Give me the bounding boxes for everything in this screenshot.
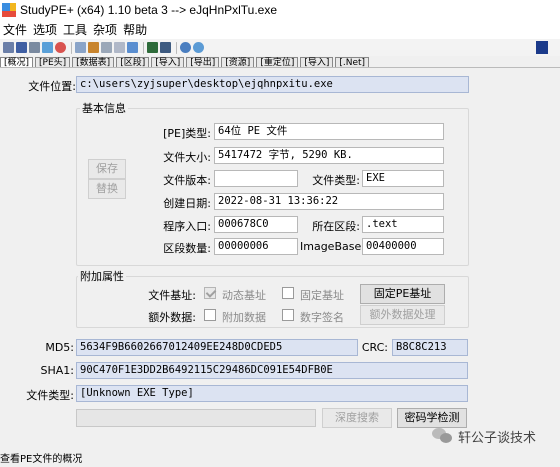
toolbar [0, 39, 560, 56]
extra-data-label: 额外数据: [148, 311, 196, 324]
entry-point-field[interactable]: 000678C0 [214, 216, 298, 233]
deep-search-button[interactable]: 深度搜索 [322, 408, 392, 428]
tab-imports-2[interactable]: [导入] [300, 57, 334, 67]
tab-imports[interactable]: [导入] [151, 57, 185, 67]
separator [143, 41, 144, 54]
file-base-label: 文件基址: [148, 289, 196, 302]
file-version-field[interactable] [214, 170, 298, 187]
md5-label: MD5: [45, 341, 74, 354]
book-icon[interactable] [88, 42, 99, 53]
file-type-field[interactable]: EXE [362, 170, 444, 187]
tab-sections[interactable]: [区段] [116, 57, 150, 67]
entry-point-label: 程序入口: [163, 220, 211, 233]
pe-type-label: [PE]类型: [163, 127, 211, 140]
tab-bar: [概况] [PE头] [数据表] [区段] [导入] [导出] [资源] [重定… [0, 57, 420, 67]
wechat-icon [432, 426, 454, 446]
pe-type-field[interactable]: 64位 PE 文件 [214, 123, 444, 140]
file-size-label: 文件大小: [163, 151, 211, 164]
tab-overview[interactable]: [概况] [0, 57, 34, 67]
tab-resources[interactable]: [资源] [221, 57, 255, 67]
tab-pe-header[interactable]: [PE头] [35, 57, 71, 67]
tab-relocations[interactable]: [重定位] [256, 57, 299, 67]
separator [176, 41, 177, 54]
file-size-field[interactable]: 5417472 字节, 5290 KB. [214, 147, 444, 164]
refresh-icon[interactable] [42, 42, 53, 53]
dynamic-base-checkbox[interactable] [204, 287, 216, 299]
menu-help[interactable]: 帮助 [120, 21, 150, 38]
imagebase-field[interactable]: 00400000 [362, 238, 444, 255]
fixed-base-checkbox[interactable] [282, 287, 294, 299]
append-data-label: 附加数据 [222, 311, 266, 324]
tab-exports[interactable]: [导出] [186, 57, 220, 67]
file-type-detect-field[interactable]: [Unknown EXE Type] [76, 385, 468, 402]
open-icon[interactable] [3, 42, 14, 53]
help-icon[interactable] [193, 42, 204, 53]
list-icon[interactable] [101, 42, 112, 53]
replace-button[interactable]: 替换 [88, 179, 126, 199]
window-title: StudyPE+ (x64) 1.10 beta 3 --> eJqHnPxlT… [20, 3, 278, 17]
file-type-detect-label: 文件类型: [26, 389, 74, 402]
watermark-text: 轩公子谈技术 [458, 430, 537, 446]
sha1-field[interactable]: 90C470F1E3DD2B6492115C29486DC091E54DFB0E [76, 362, 468, 379]
app-icon [2, 3, 16, 17]
file-location-label: 文件位置: [28, 80, 76, 93]
menu-file[interactable]: 文件 [0, 21, 30, 38]
crc-field[interactable]: B8C8C213 [392, 339, 468, 356]
watermark: 轩公子谈技术 [432, 426, 536, 446]
imagebase-label: ImageBase: [300, 240, 365, 253]
tab-data-tables[interactable]: [数据表] [72, 57, 115, 67]
save-button[interactable]: 保存 [88, 159, 126, 179]
save-as-icon[interactable] [29, 42, 40, 53]
section-label: 所在区段: [312, 220, 360, 233]
document-icon[interactable] [75, 42, 86, 53]
section-count-field[interactable]: 00000006 [214, 238, 298, 255]
gear-icon[interactable] [180, 42, 191, 53]
status-bar: 查看PE文件的概况 [0, 453, 560, 467]
pin-icon[interactable] [536, 41, 548, 54]
menu-misc[interactable]: 杂项 [90, 21, 120, 38]
fixed-pe-base-button[interactable]: 固定PE基址 [360, 284, 445, 304]
overview-panel: 文件位置: c:\users\zyjsuper\desktop\ejqhnpxi… [0, 67, 560, 453]
progress-bar [76, 409, 316, 427]
dynamic-base-label: 动态基址 [222, 289, 266, 302]
crypto-detect-button[interactable]: 密码学检测 [397, 408, 467, 428]
section-field[interactable]: .text [362, 216, 444, 233]
fixed-base-label: 固定基址 [300, 289, 344, 302]
md5-field[interactable]: 5634F9B6602667012409EE248D0CDED5 [76, 339, 358, 356]
menu-tools[interactable]: 工具 [60, 21, 90, 38]
tab-dotnet[interactable]: [.Net] [335, 57, 370, 67]
close-icon[interactable] [55, 42, 66, 53]
file-version-label: 文件版本: [163, 174, 211, 187]
copy-icon[interactable] [114, 42, 125, 53]
created-date-label: 创建日期: [163, 197, 211, 210]
tools-icon[interactable] [160, 42, 171, 53]
search-icon[interactable] [127, 42, 138, 53]
menu-options[interactable]: 选项 [30, 21, 60, 38]
section-count-label: 区段数量: [163, 242, 211, 255]
created-date-field[interactable]: 2022-08-31 13:36:22 [214, 193, 444, 210]
screen-icon[interactable] [147, 42, 158, 53]
save-icon[interactable] [16, 42, 27, 53]
extra-data-process-button[interactable]: 额外数据处理 [360, 305, 445, 325]
digital-sign-checkbox[interactable] [282, 309, 294, 321]
sha1-label: SHA1: [40, 364, 74, 377]
file-type-label: 文件类型: [312, 174, 360, 187]
title-bar: StudyPE+ (x64) 1.10 beta 3 --> eJqHnPxlT… [0, 0, 560, 20]
separator [71, 41, 72, 54]
extra-attributes-title: 附加属性 [78, 268, 126, 284]
basic-info-title: 基本信息 [80, 100, 128, 116]
digital-sign-label: 数字签名 [300, 311, 344, 324]
crc-label: CRC: [361, 341, 388, 354]
menu-bar: 文件 选项 工具 杂项 帮助 [0, 20, 560, 39]
file-location-field[interactable]: c:\users\zyjsuper\desktop\ejqhnpxitu.exe [76, 76, 469, 93]
append-data-checkbox[interactable] [204, 309, 216, 321]
